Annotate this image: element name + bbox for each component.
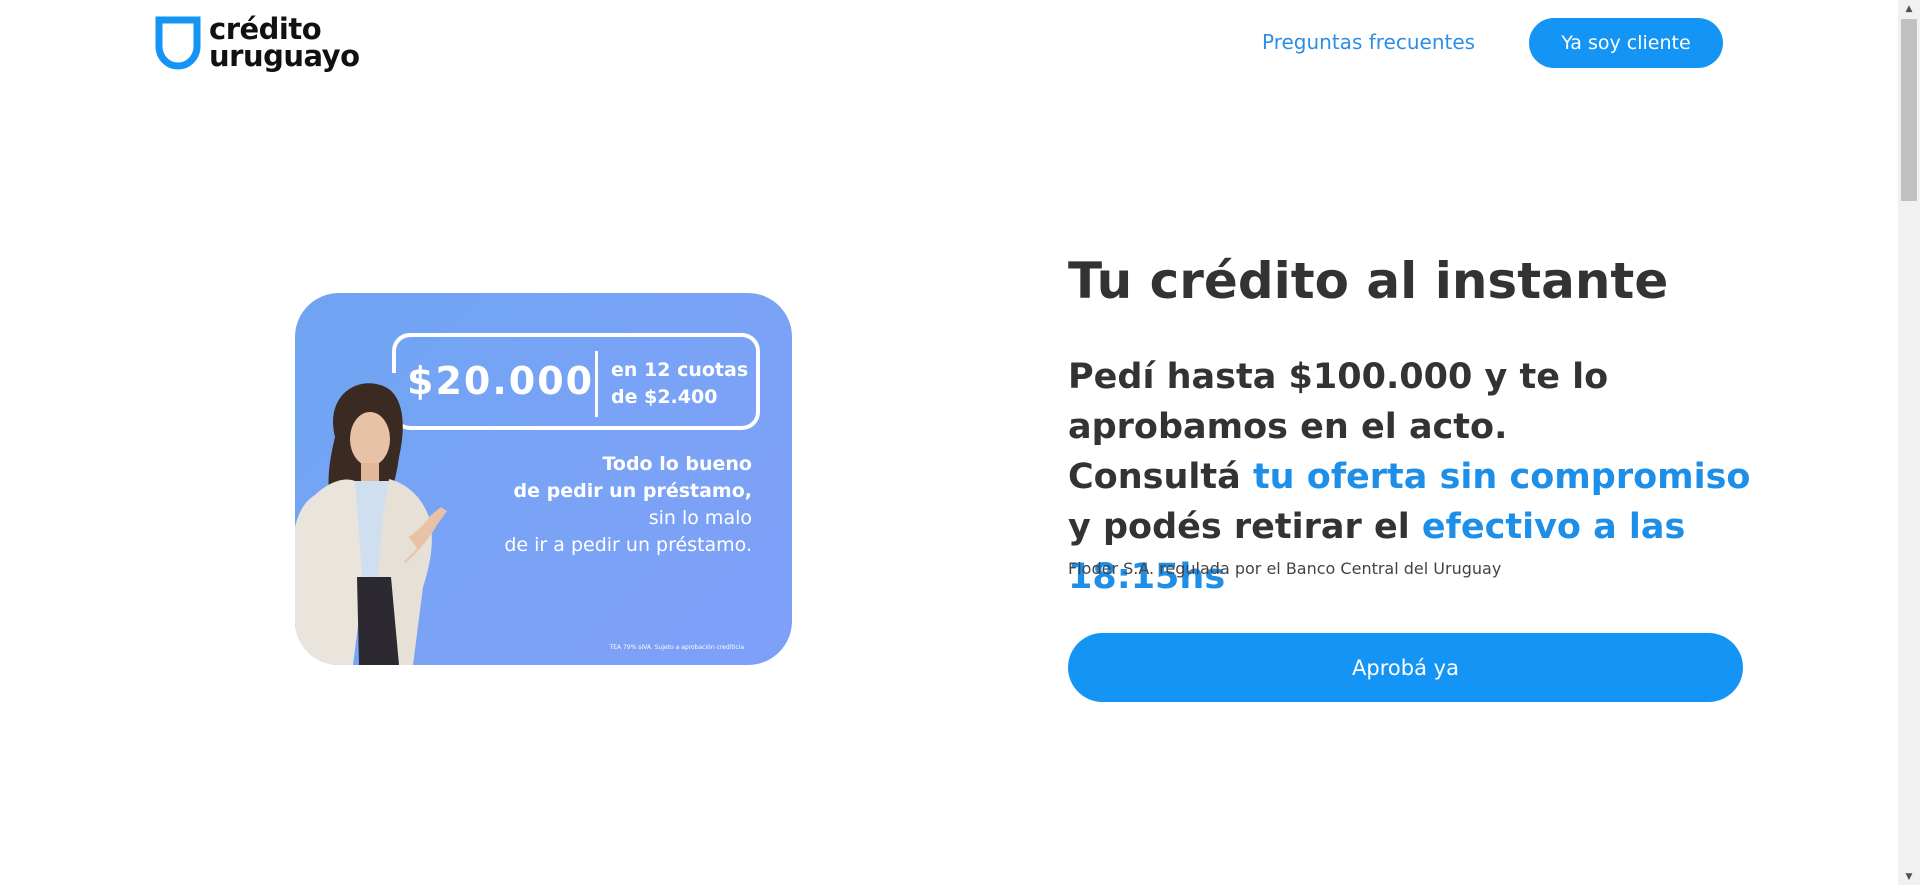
person-illustration: [295, 383, 447, 665]
triangle-up-icon[interactable]: ▲: [1898, 0, 1920, 17]
approve-now-button[interactable]: Aprobá ya: [1068, 633, 1743, 702]
promo-terms-line-1: en 12 cuotas: [611, 359, 749, 381]
promo-copy-line-2: de pedir un préstamo,: [513, 480, 753, 502]
vertical-scrollbar[interactable]: ▲ ▼: [1898, 0, 1920, 885]
logo-line-2: uruguayo: [209, 39, 360, 73]
site-header: crédito uruguayo Preguntas frecuentes Ya…: [0, 0, 1898, 88]
promo-divider: [595, 351, 598, 417]
triangle-down-icon[interactable]: ▼: [1898, 868, 1920, 885]
hero-title: Tu crédito al instante: [1068, 252, 1669, 310]
hero-text-part-3: y podés retirar el: [1068, 507, 1422, 547]
hero-highlight-offer: tu oferta sin compromiso: [1252, 457, 1751, 497]
hero-text-part-1: Pedí hasta $100.000 y te lo aprobamos en…: [1068, 357, 1609, 447]
faq-link[interactable]: Preguntas frecuentes: [1262, 30, 1475, 54]
promo-copy: Todo lo bueno de pedir un préstamo, sin …: [504, 451, 752, 559]
shield-icon: [155, 16, 201, 70]
promo-copy-line-3: sin lo malo: [648, 507, 752, 529]
logo-wordmark: crédito uruguayo: [209, 15, 360, 73]
regulator-note: Floder S.A. regulada por el Banco Centra…: [1068, 559, 1502, 578]
promo-copy-line-1: Todo lo bueno: [602, 453, 752, 475]
promo-terms-line-2: de $2.400: [611, 386, 718, 408]
promo-fine-print: TEA 79% sIVA. Sujeto a aprobación credit…: [609, 644, 744, 651]
existing-client-button[interactable]: Ya soy cliente: [1529, 18, 1723, 68]
page: crédito uruguayo Preguntas frecuentes Ya…: [0, 0, 1920, 885]
promo-banner: $20.000 en 12 cuotas de $2.400 Todo lo b…: [295, 293, 792, 665]
hero-text-part-2: Consultá: [1068, 457, 1253, 497]
logo[interactable]: crédito uruguayo: [155, 15, 360, 73]
scrollbar-thumb[interactable]: [1901, 19, 1917, 201]
promo-terms: en 12 cuotas de $2.400: [611, 357, 748, 411]
promo-copy-line-4: de ir a pedir un préstamo.: [504, 534, 752, 556]
